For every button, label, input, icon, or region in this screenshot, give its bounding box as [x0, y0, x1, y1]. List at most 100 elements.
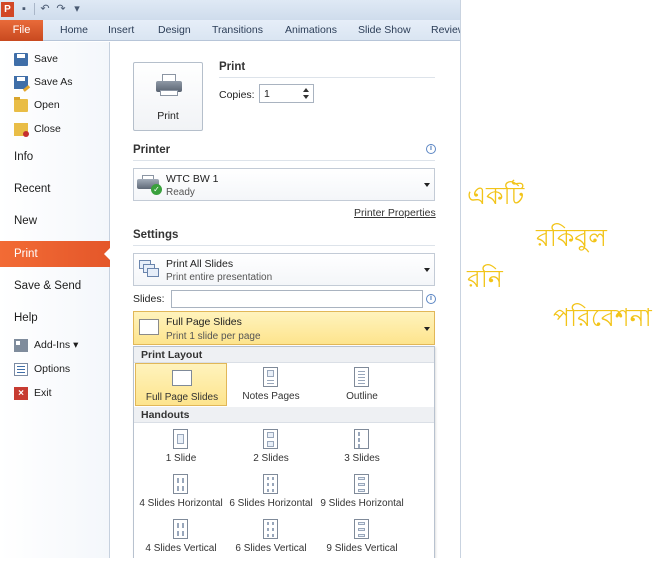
handout-9-slides-vertical[interactable]: 9 Slides Vertical — [316, 515, 408, 558]
handout-9-slides-horizontal[interactable]: 9 Slides Horizontal — [316, 470, 408, 513]
print-layout-subtitle: Print 1 slide per page — [166, 331, 261, 342]
nav-tab-info[interactable]: Info — [0, 144, 110, 170]
layout-outline[interactable]: Outline — [316, 363, 408, 406]
tab-transitions[interactable]: Transitions — [212, 20, 263, 41]
print-button[interactable]: Print — [133, 62, 203, 131]
printer-properties-link[interactable]: Printer Properties — [354, 207, 436, 219]
handout-9-slides-horizontal-label: 9 Slides Horizontal — [320, 498, 404, 509]
printer-info-icon[interactable]: i — [426, 144, 436, 154]
print-layout-title: Full Page Slides — [166, 316, 242, 328]
tab-home[interactable]: Home — [60, 20, 88, 41]
qat-separator — [34, 3, 35, 15]
nav-tab-recent[interactable]: Recent — [0, 176, 110, 202]
print-range-dropdown[interactable]: Print All Slides Print entire presentati… — [133, 253, 435, 286]
title-bar: P ▪ ↶ ↷ ▾ — [0, 0, 460, 20]
tab-slide-show[interactable]: Slide Show — [358, 20, 411, 41]
print-layout-dropdown[interactable]: Full Page Slides Print 1 slide per page — [133, 311, 435, 345]
slides-info-icon[interactable]: i — [426, 294, 436, 304]
overlay-text-line-3: রনি — [467, 264, 503, 293]
tab-animations[interactable]: Animations — [285, 20, 337, 41]
nav-save[interactable]: Save — [14, 50, 58, 68]
nav-exit-label: Exit — [34, 387, 52, 399]
chevron-down-icon — [424, 268, 430, 272]
nine-slides-vertical-icon — [354, 519, 369, 539]
handout-6-slides-vertical[interactable]: 6 Slides Vertical — [225, 515, 317, 558]
nav-save-as-label: Save As — [34, 76, 73, 88]
redo-icon[interactable]: ↷ — [55, 3, 67, 16]
customize-qat-icon[interactable]: ▾ — [71, 3, 83, 16]
undo-icon[interactable]: ↶ — [39, 3, 51, 16]
outline-icon — [354, 367, 369, 387]
quick-access-toolbar: ▪ ↶ ↷ ▾ — [18, 3, 83, 16]
four-slides-vertical-icon — [173, 519, 188, 539]
notes-pages-icon — [263, 367, 278, 387]
nav-add-ins[interactable]: Add-Ins ▾ — [14, 336, 78, 354]
nav-save-as[interactable]: Save As — [14, 73, 73, 91]
layout-notes-pages[interactable]: Notes Pages — [225, 363, 317, 406]
nav-options[interactable]: Options — [14, 360, 70, 378]
printer-status: Ready — [166, 187, 195, 198]
handout-1-slide[interactable]: 1 Slide — [135, 425, 227, 468]
powerpoint-window: P ▪ ↶ ↷ ▾ File Home Insert Design Transi… — [0, 0, 461, 558]
printer-dropdown[interactable]: ✓ WTC BW 1 Ready — [133, 168, 435, 201]
options-icon — [14, 362, 28, 376]
nav-close[interactable]: Close — [14, 120, 61, 138]
nav-tab-help[interactable]: Help — [0, 305, 110, 331]
printer-heading: Printer — [133, 144, 171, 156]
nav-exit[interactable]: × Exit — [14, 384, 52, 402]
settings-heading: Settings — [133, 229, 179, 241]
tab-file[interactable]: File — [0, 20, 43, 41]
print-divider — [219, 77, 435, 78]
layout-outline-label: Outline — [346, 391, 378, 402]
nav-tab-new[interactable]: New — [0, 208, 110, 234]
tab-review[interactable]: Review — [431, 20, 460, 41]
backstage-nav: Save Save As Open Close Info Recent New … — [0, 42, 111, 558]
one-slide-handout-icon — [173, 429, 188, 449]
nav-open-label: Open — [34, 99, 60, 111]
add-ins-icon — [14, 338, 28, 352]
nav-tab-save-send[interactable]: Save & Send — [0, 273, 110, 299]
handout-3-slides[interactable]: 3 Slides — [316, 425, 408, 468]
overlay-text-line-1: একটি — [467, 181, 525, 210]
nav-open[interactable]: Open — [14, 96, 60, 114]
all-slides-icon — [139, 260, 159, 278]
copies-label: Copies: — [219, 89, 255, 101]
handout-2-slides[interactable]: 2 Slides — [225, 425, 317, 468]
handouts-heading: Handouts — [134, 407, 434, 423]
nav-add-ins-label: Add-Ins ▾ — [34, 339, 79, 351]
nine-slides-horizontal-icon — [354, 474, 369, 494]
settings-divider — [133, 245, 435, 246]
ribbon-tabs: File Home Insert Design Transitions Anim… — [0, 20, 460, 41]
printer-name: WTC BW 1 — [166, 173, 219, 185]
qat-save-icon[interactable]: ▪ — [18, 3, 30, 16]
handout-6-slides-horizontal[interactable]: 6 Slides Horizontal — [225, 470, 317, 513]
printer-icon — [156, 74, 182, 96]
layout-full-page-slides[interactable]: Full Page Slides — [135, 363, 227, 406]
copies-stepper[interactable]: 1 — [259, 84, 314, 103]
tab-insert[interactable]: Insert — [108, 20, 134, 41]
full-page-slide-icon — [139, 319, 159, 335]
nav-options-label: Options — [34, 363, 71, 375]
print-button-label: Print — [157, 110, 179, 122]
chevron-down-icon — [424, 183, 430, 187]
print-layout-gallery: Print Layout Full Page Slides Notes Page… — [133, 346, 435, 558]
spinner-arrows-icon[interactable] — [303, 87, 311, 100]
close-folder-icon — [14, 122, 29, 137]
three-slides-handout-icon — [354, 429, 369, 449]
tab-design[interactable]: Design — [158, 20, 191, 41]
handout-4-slides-horizontal[interactable]: 4 Slides Horizontal — [135, 470, 227, 513]
six-slides-vertical-icon — [263, 519, 278, 539]
full-page-slides-icon — [172, 370, 192, 386]
exit-icon: × — [14, 386, 28, 400]
chevron-down-icon — [424, 327, 430, 331]
copies-value: 1 — [264, 88, 270, 100]
nav-tab-print[interactable]: Print — [0, 241, 111, 267]
print-heading: Print — [219, 61, 246, 73]
print-range-subtitle: Print entire presentation — [166, 272, 273, 283]
save-as-icon — [14, 75, 28, 89]
print-range-title: Print All Slides — [166, 258, 234, 270]
handout-9-slides-vertical-label: 9 Slides Vertical — [326, 543, 398, 554]
slides-input[interactable] — [171, 290, 423, 308]
handout-4-slides-vertical[interactable]: 4 Slides Vertical — [135, 515, 227, 558]
overlay-text-line-4: পরিবেশনা — [553, 303, 652, 332]
